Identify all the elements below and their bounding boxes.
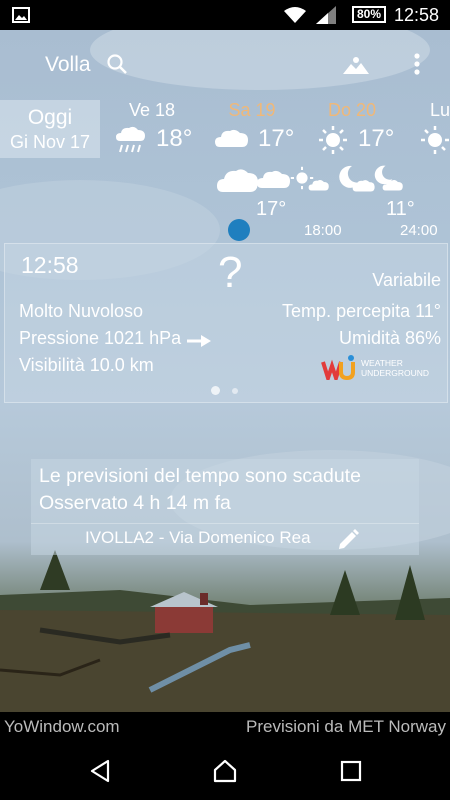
pressure-trend-arrow-icon <box>187 334 211 352</box>
current-time: 12:58 <box>21 252 79 278</box>
condition-label: Variabile <box>372 270 441 290</box>
cloud-icon <box>256 168 292 195</box>
pressure: Pressione 1021 hPa <box>19 328 182 348</box>
day-name: Do 20 <box>327 100 377 120</box>
visibility: Visibilità 10.0 km <box>19 355 154 375</box>
cloud-icon <box>214 127 250 154</box>
page-indicator-dot <box>232 388 238 394</box>
day-temp: 17° <box>358 125 395 152</box>
day-tab-today[interactable]: Oggi Gi Nov 17 <box>0 100 100 158</box>
day-temp: 17° <box>258 125 295 152</box>
page-indicator-dot-active <box>211 386 220 395</box>
day-name: Sa 19 <box>228 100 276 120</box>
cloud-icon <box>308 178 330 197</box>
day-name: Oggi <box>27 106 73 129</box>
day-temp: 18° <box>156 125 193 152</box>
weather-underground-logo[interactable]: WEATHER UNDERGROUND <box>321 354 441 382</box>
day-date: Gi Nov 17 <box>9 132 91 152</box>
day-tab-do20[interactable]: Do 20 17° <box>312 100 395 160</box>
day-name: Ve 18 <box>128 100 176 120</box>
hourly-icons <box>216 164 450 196</box>
unknown-weather-icon: ? <box>218 248 243 297</box>
recents-icon[interactable] <box>340 760 362 787</box>
weather-station-selector[interactable]: IVOLLA2 - Via Domenico Rea <box>31 523 419 556</box>
edit-pencil-icon[interactable] <box>337 529 359 556</box>
navigation-bar <box>0 742 450 800</box>
landscape-icon[interactable] <box>342 55 370 80</box>
wifi-icon <box>284 6 306 29</box>
clock: 12:58 <box>394 5 440 25</box>
day-tab-lu[interactable]: Lu <box>412 100 450 159</box>
sky-description: Molto Nuvoloso <box>19 301 144 321</box>
hourly-temp: 11° <box>386 198 415 220</box>
hourly-temp: 17° <box>256 198 287 220</box>
humidity: Umidità 86% <box>338 328 441 348</box>
cell-signal-icon <box>316 6 336 29</box>
day-tab-ve18[interactable]: Ve 18 18° <box>112 100 192 159</box>
observed-time-text: Osservato 4 h 14 m fa <box>39 492 231 514</box>
forecast-expired-text: Le previsioni del tempo sono scadute <box>39 465 361 487</box>
back-icon[interactable] <box>88 759 112 788</box>
cloud-icon <box>216 166 260 199</box>
hourly-time: 18:00 <box>304 222 342 239</box>
forecast-source-link[interactable]: Previsioni da MET Norway <box>246 717 446 737</box>
status-bar: 80% 12:58 <box>0 0 450 30</box>
weather-scene: Volla Oggi Gi Nov 17 Ve 18 18° Sa 19 17° <box>0 30 450 712</box>
hourly-time: 24:00 <box>400 222 438 239</box>
footer-bar: YoWindow.com Previsioni da MET Norway <box>0 712 450 742</box>
home-icon[interactable] <box>212 758 238 789</box>
yowindow-link[interactable]: YoWindow.com <box>4 717 120 737</box>
day-name: Lu <box>430 100 450 120</box>
gallery-notification-icon <box>12 7 30 28</box>
station-name: IVOLLA2 - Via Domenico Rea <box>85 528 311 547</box>
search-icon[interactable] <box>106 53 128 80</box>
overflow-menu-icon[interactable] <box>413 52 421 81</box>
sun-icon <box>420 125 450 160</box>
current-conditions-panel[interactable]: 12:58 ? Variabile Molto Nuvoloso Temp. p… <box>4 243 448 403</box>
city-name[interactable]: Volla <box>45 53 91 77</box>
time-scrubber-handle[interactable] <box>228 219 250 241</box>
battery-indicator: 80% <box>352 6 386 23</box>
sun-icon <box>318 125 348 160</box>
feels-like: Temp. percepita 11° <box>282 301 441 321</box>
cloud-icon <box>382 178 404 197</box>
rain-cloud-icon <box>114 125 148 160</box>
provider-logo-text: WEATHER UNDERGROUND <box>361 358 429 378</box>
day-tab-sa19[interactable]: Sa 19 17° <box>212 100 295 159</box>
